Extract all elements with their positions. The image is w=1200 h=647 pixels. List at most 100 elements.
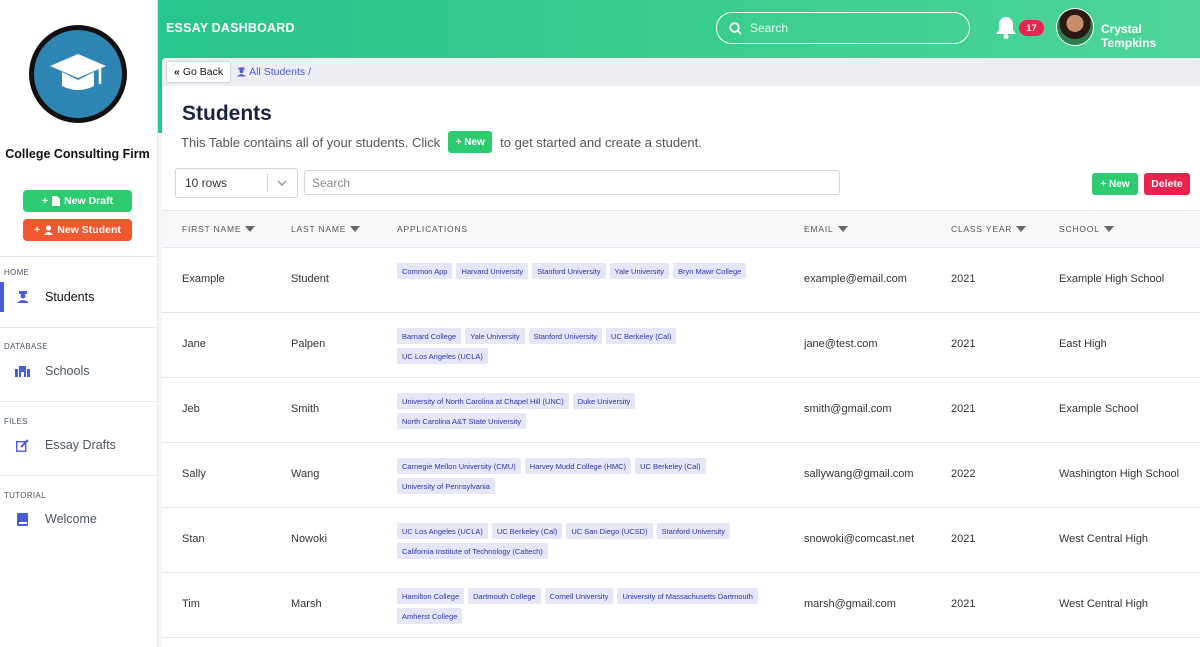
table-search-input[interactable]: Search: [304, 170, 840, 195]
notification-badge: 17: [1019, 20, 1044, 36]
sort-caret-icon: [1016, 226, 1027, 232]
column-last-name[interactable]: LAST NAME: [291, 224, 361, 234]
application-chip[interactable]: Yale University: [609, 263, 669, 279]
breadcrumb[interactable]: All Students /: [237, 66, 311, 78]
school-cell: West Central High: [1059, 533, 1149, 545]
class-year-cell: 2021: [951, 403, 976, 415]
application-chip[interactable]: Cornell University: [544, 588, 614, 604]
class-year-cell: 2021: [951, 273, 976, 285]
applications-cell: UC Los Angeles (UCLA) UC Berkeley (Cal) UC…: [397, 523, 767, 559]
last-name-cell: Palpen: [291, 338, 326, 350]
application-chip[interactable]: University of Pennsylvania: [397, 478, 495, 494]
school-cell: Example High School: [1059, 273, 1165, 285]
column-school[interactable]: SCHOOL: [1059, 224, 1114, 234]
delete-button[interactable]: Delete: [1144, 173, 1190, 195]
class-year-cell: 2021: [951, 533, 976, 545]
application-chip[interactable]: Barnard College: [397, 328, 462, 344]
table-row[interactable]: Example Student Common App Harvard Universi…: [162, 248, 1200, 313]
application-chip[interactable]: UC Berkeley (Cal): [491, 523, 563, 539]
school-cell: Example School: [1059, 403, 1139, 415]
email-cell: marsh@gmail.com: [804, 598, 896, 610]
sort-caret-icon: [1103, 226, 1114, 232]
inline-new-button[interactable]: + New: [448, 131, 493, 153]
page-subtitle: This Table contains all of your students…: [181, 131, 702, 153]
section-tutorial: TUTORIAL: [4, 491, 46, 500]
table-row[interactable]: Tim Marsh Hamilton College Dartmouth Colleg…: [162, 573, 1200, 638]
application-chip[interactable]: Stanford University: [528, 328, 603, 344]
logo[interactable]: [29, 25, 127, 123]
go-back-button[interactable]: « Go Back: [166, 61, 232, 83]
last-name-cell: Student: [291, 273, 329, 285]
first-name-cell: Sally: [182, 468, 206, 480]
sidebar-item-schools[interactable]: Schools: [0, 356, 157, 386]
new-student-label: New Student: [57, 224, 121, 236]
school-cell: East High: [1059, 338, 1107, 350]
column-email[interactable]: EMAIL: [804, 224, 848, 234]
application-chip[interactable]: Stanford University: [532, 263, 606, 279]
file-icon: [52, 196, 61, 206]
application-chip[interactable]: Bryn Mawr College: [672, 263, 747, 279]
application-chip[interactable]: UC San Diego (UCSD): [566, 523, 653, 539]
application-chip[interactable]: UC Los Angeles (UCLA): [397, 348, 488, 364]
class-year-cell: 2021: [951, 338, 976, 350]
application-chip[interactable]: Harvard University: [456, 263, 529, 279]
application-chip[interactable]: University of Massachusetts Dartmouth: [617, 588, 758, 604]
rows-select-value: 10 rows: [185, 176, 228, 190]
application-chip[interactable]: North Carolina A&T State University: [397, 413, 527, 429]
user-name[interactable]: Crystal Tempkins: [1101, 22, 1200, 50]
application-chip[interactable]: Common App: [397, 263, 453, 279]
sidebar-item-students[interactable]: Students: [0, 282, 157, 312]
rows-per-page-select[interactable]: 10 rows: [175, 168, 298, 198]
sidebar-item-welcome[interactable]: Welcome: [0, 504, 157, 534]
global-search-input[interactable]: Search: [716, 12, 970, 44]
new-draft-button[interactable]: + New Draft: [23, 190, 132, 212]
application-chip[interactable]: UC Los Angeles (UCLA): [397, 523, 488, 539]
email-cell: jane@test.com: [804, 338, 878, 350]
application-chip[interactable]: University of North Carolina at Chapel H…: [397, 393, 569, 409]
table-row[interactable]: Stan Nowoki UC Los Angeles (UCLA) UC Berkel…: [162, 508, 1200, 573]
application-chip[interactable]: UC Berkeley (Cal): [606, 328, 677, 344]
table-row[interactable]: Sally Wang Carnegie Mellon University (CMU…: [162, 443, 1200, 508]
application-chip[interactable]: California Institute of Technology (Calt…: [397, 543, 548, 559]
applications-cell: Hamilton College Dartmouth College Cornell…: [397, 588, 767, 624]
applications-cell: University of North Carolina at Chapel H…: [397, 393, 767, 429]
column-first-name[interactable]: FIRST NAME: [182, 224, 256, 234]
email-cell: smith@gmail.com: [804, 403, 892, 415]
application-chip[interactable]: Dartmouth College: [468, 588, 541, 604]
column-label: EMAIL: [804, 224, 834, 234]
application-chip[interactable]: Duke University: [572, 393, 636, 409]
table-row[interactable]: Jeb Smith University of North Carolina at …: [162, 378, 1200, 443]
search-placeholder: Search: [750, 21, 789, 35]
subtitle-text: This Table contains all of your students…: [181, 134, 441, 150]
new-button[interactable]: + New: [1092, 173, 1138, 195]
sort-caret-icon: [245, 226, 256, 232]
application-chip[interactable]: UC Berkeley (Cal): [635, 458, 706, 474]
last-name-cell: Nowoki: [291, 533, 328, 545]
double-chevron-left-icon: «: [174, 66, 180, 78]
school-cell: West Central High: [1059, 598, 1149, 610]
sidebar-item-label: Students: [45, 290, 95, 304]
application-chip[interactable]: Carnegie Mellon University (CMU): [397, 458, 521, 474]
new-student-button[interactable]: + New Student: [23, 219, 132, 241]
table-row[interactable]: Jane Palpen Barnard College Yale University…: [162, 313, 1200, 378]
new-draft-label: New Draft: [64, 195, 114, 207]
column-label: CLASS YEAR: [951, 224, 1013, 234]
page-title: Students: [182, 102, 272, 125]
class-year-cell: 2021: [951, 598, 976, 610]
applications-cell: Carnegie Mellon University (CMU) Harvey M…: [397, 458, 767, 494]
sidebar-item-essay-drafts[interactable]: Essay Drafts: [0, 430, 157, 460]
table-search-placeholder: Search: [312, 175, 351, 190]
section-database: DATABASE: [4, 342, 48, 351]
application-chip[interactable]: Hamilton College: [397, 588, 465, 604]
application-chip[interactable]: Stanford University: [656, 523, 730, 539]
bell-icon[interactable]: [995, 15, 1017, 39]
column-label: APPLICATIONS: [397, 224, 468, 234]
application-chip[interactable]: Harvey Mudd College (HMC): [524, 458, 632, 474]
column-class-year[interactable]: CLASS YEAR: [951, 224, 1027, 234]
avatar[interactable]: [1056, 8, 1094, 46]
sort-caret-icon: [350, 226, 361, 232]
application-chip[interactable]: Yale University: [465, 328, 525, 344]
firm-name: College Consulting Firm: [5, 147, 150, 161]
first-name-cell: Jeb: [182, 403, 200, 415]
application-chip[interactable]: Amherst College: [397, 608, 463, 624]
